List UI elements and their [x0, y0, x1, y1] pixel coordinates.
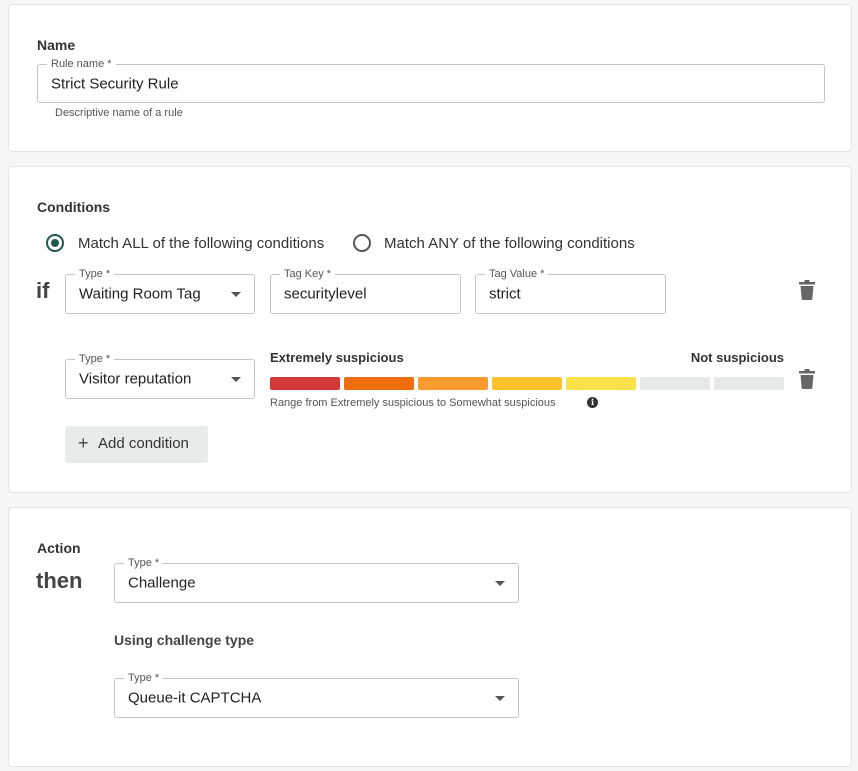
challenge-type-subhead: Using challenge type	[114, 632, 255, 648]
rule-name-helper: Descriptive name of a rule	[55, 107, 183, 119]
condition1-type-value: Waiting Room Tag	[79, 285, 201, 303]
chevron-down-icon	[495, 581, 505, 586]
reputation-left-label: Extremely suspicious	[270, 350, 404, 365]
condition1-type-label: Type *	[75, 268, 115, 280]
tag-key-label: Tag Key *	[280, 268, 336, 280]
chevron-down-icon	[231, 292, 241, 297]
plus-icon: +	[78, 433, 89, 453]
reputation-segment-2[interactable]	[344, 377, 414, 390]
if-label: if	[36, 278, 50, 303]
match-any-radio[interactable]	[353, 234, 371, 252]
match-all-radio[interactable]	[46, 234, 64, 252]
then-label: then	[36, 568, 83, 593]
chevron-down-icon	[495, 696, 505, 701]
reputation-segment-6[interactable]	[640, 377, 710, 390]
match-all-label[interactable]: Match ALL of the following conditions	[78, 235, 324, 252]
condition2-type-select[interactable]: Type * Visitor reputation	[65, 353, 255, 399]
rule-name-input[interactable]: Rule name * Strict Security Rule	[37, 58, 825, 103]
conditions-section-title: Conditions	[37, 199, 111, 215]
challenge-type-value: Queue-it CAPTCHA	[128, 689, 262, 707]
reputation-segment-7[interactable]	[714, 377, 784, 390]
reputation-segment-4[interactable]	[492, 377, 562, 390]
trash-icon[interactable]	[799, 369, 815, 389]
challenge-type-label: Type *	[124, 672, 164, 684]
reputation-range-text: Range from Extremely suspicious to Somew…	[270, 397, 556, 409]
reputation-right-label: Not suspicious	[690, 350, 784, 365]
challenge-type-select[interactable]: Type * Queue-it CAPTCHA	[114, 672, 519, 718]
tag-key-input[interactable]: Tag Key * securitylevel	[270, 268, 461, 314]
condition2-type-value: Visitor reputation	[79, 370, 192, 388]
action-section-title: Action	[37, 540, 81, 556]
action-type-select[interactable]: Type * Challenge	[114, 557, 519, 603]
rule-name-label: Rule name *	[47, 58, 116, 70]
add-condition-button[interactable]: + Add condition	[65, 426, 208, 463]
reputation-segment-1[interactable]	[270, 377, 340, 390]
tag-value-input[interactable]: Tag Value * strict	[475, 268, 666, 314]
tag-key-value: securitylevel	[284, 285, 367, 303]
add-condition-label: Add condition	[98, 435, 189, 452]
action-type-value: Challenge	[128, 574, 196, 592]
tag-value-value: strict	[489, 285, 521, 303]
reputation-segment-3[interactable]	[418, 377, 488, 390]
name-card: Name Rule name * Strict Security Rule De…	[8, 4, 852, 152]
rule-name-value: Strict Security Rule	[51, 75, 179, 92]
condition1-type-select[interactable]: Type * Waiting Room Tag	[65, 268, 255, 314]
action-type-label: Type *	[124, 557, 164, 569]
chevron-down-icon	[231, 377, 241, 382]
match-any-label[interactable]: Match ANY of the following conditions	[384, 235, 635, 252]
info-icon[interactable]: i	[587, 397, 598, 408]
condition2-type-label: Type *	[75, 353, 115, 365]
tag-value-label: Tag Value *	[485, 268, 549, 280]
name-section-title: Name	[37, 37, 76, 53]
trash-icon[interactable]	[799, 280, 815, 300]
reputation-segment-5[interactable]	[566, 377, 636, 390]
